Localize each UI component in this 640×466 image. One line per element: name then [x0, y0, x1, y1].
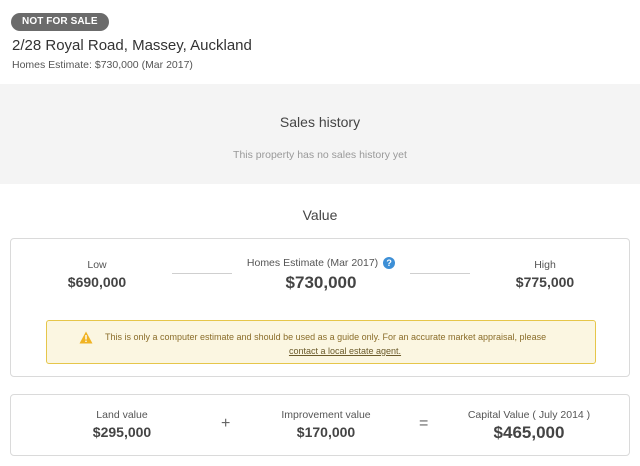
capital-value-card: Land value $295,000 + Improvement value … — [10, 394, 630, 456]
plus-sign: + — [221, 415, 231, 432]
value-section-title: Value — [302, 207, 338, 223]
land-value-amount: $295,000 — [92, 424, 152, 440]
high-estimate: High $775,000 — [495, 259, 595, 290]
warning-triangle-icon — [79, 331, 93, 344]
capital-value: Capital Value ( July 2014 ) $465,000 — [459, 409, 599, 443]
low-label: Low — [87, 259, 107, 271]
property-address: 2/28 Royal Road, Massey, Auckland — [12, 37, 252, 54]
high-label: High — [534, 259, 556, 271]
land-value: Land value $295,000 — [72, 409, 172, 440]
homes-estimate-value: $730,000 — [285, 273, 357, 293]
sales-history-empty-text: This property has no sales history yet — [233, 149, 407, 161]
homes-estimate-summary: Homes Estimate: $730,000 (Mar 2017) — [12, 59, 193, 71]
improvement-value: Improvement value $170,000 — [266, 409, 386, 440]
divider-line — [410, 273, 470, 274]
equals-sign: = — [419, 415, 429, 432]
not-for-sale-badge: NOT FOR SALE — [11, 13, 109, 31]
warning-text: This is only a computer estimate and sho… — [105, 332, 547, 342]
estimate-card: Low $690,000 Homes Estimate (Mar 2017) ?… — [10, 238, 630, 377]
estimate-warning: This is only a computer estimate and sho… — [46, 320, 596, 364]
question-circle-icon[interactable]: ? — [383, 257, 396, 270]
low-value: $690,000 — [67, 274, 127, 290]
improvement-value-amount: $170,000 — [296, 424, 356, 440]
capital-value-label: Capital Value ( July 2014 ) — [467, 409, 591, 421]
property-header: NOT FOR SALE 2/28 Royal Road, Massey, Au… — [0, 0, 640, 84]
high-value: $775,000 — [515, 274, 575, 290]
land-value-label: Land value — [96, 409, 148, 421]
homes-estimate-label: Homes Estimate (Mar 2017) — [246, 257, 379, 269]
contact-agent-link[interactable]: contact a local estate agent — [289, 346, 399, 356]
improvement-value-label: Improvement value — [281, 409, 371, 421]
low-estimate: Low $690,000 — [47, 259, 147, 290]
homes-estimate: Homes Estimate (Mar 2017) ? $730,000 — [231, 257, 411, 293]
warning-suffix: . — [398, 346, 402, 356]
sales-history-title: Sales history — [279, 114, 361, 130]
divider-line — [172, 273, 232, 274]
warning-message: This is only a computer estimate and sho… — [105, 330, 585, 358]
capital-value-amount: $465,000 — [493, 423, 565, 442]
sales-history-section: Sales history This property has no sales… — [0, 84, 640, 184]
